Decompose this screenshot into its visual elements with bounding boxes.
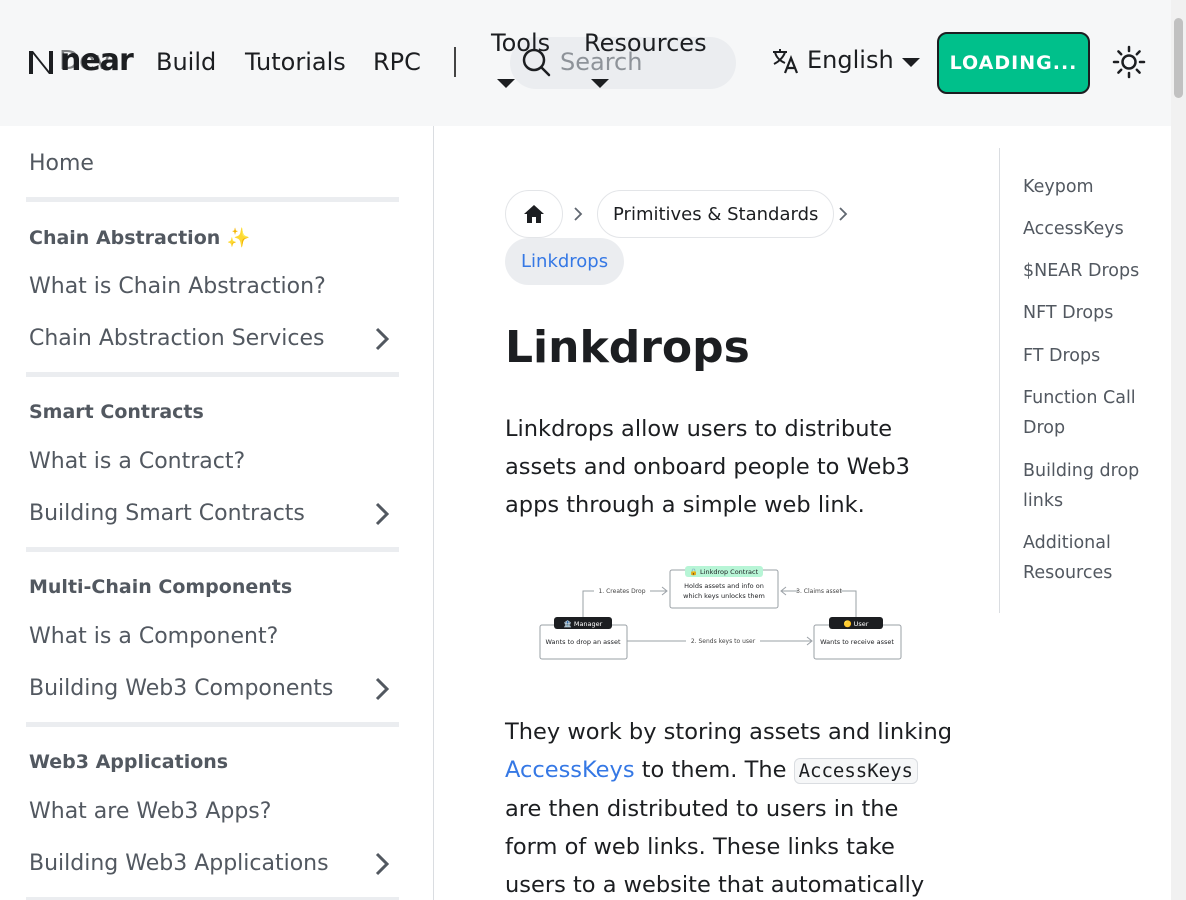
near-logo-icon (29, 51, 53, 74)
accesskeys-code: AccessKeys (793, 758, 918, 784)
sidebar-item-building-smart-contracts[interactable]: Building Smart Contracts (29, 501, 305, 526)
sidebar-item-what-is-contract[interactable]: What is a Contract? (29, 449, 245, 474)
diagram-user-text: Wants to receive asset (820, 638, 894, 646)
body-paragraph: They work by storing assets and linking … (505, 713, 955, 900)
sidebar-item-building-web3-components[interactable]: Building Web3 Components (29, 676, 333, 701)
logo-text: near (60, 42, 134, 78)
diagram-user-badge: 🟡 User (844, 620, 869, 628)
breadcrumb-home[interactable] (505, 190, 563, 238)
sidebar-category-smart-contracts: Smart Contracts (29, 401, 204, 423)
tools-caret-icon (497, 79, 515, 88)
sidebar: Home Chain Abstraction ✨ What is Chain A… (0, 126, 434, 900)
diagram-manager-text: Wants to drop an asset (545, 638, 620, 646)
sidebar-item-what-is-chain-abstraction[interactable]: What is Chain Abstraction? (29, 274, 326, 299)
translate-icon (773, 49, 799, 74)
toc-item-function-call-drop[interactable]: Function Call Drop (1023, 383, 1153, 443)
near-logo[interactable]: Dev near (26, 42, 134, 78)
sidebar-divider (26, 197, 399, 202)
toc-item-ft-drops[interactable]: FT Drops (1023, 341, 1163, 371)
linkdrop-diagram: 🔒 Linkdrop Contract Holds assets and inf… (539, 566, 902, 660)
language-selector[interactable]: English (771, 46, 920, 74)
body-text-2: to them. The (634, 757, 794, 783)
sidebar-divider (26, 722, 399, 727)
toc-item-accesskeys[interactable]: AccessKeys (1023, 214, 1163, 244)
diagram-contract-text-1: Holds assets and info on (684, 582, 764, 590)
nav-dropdown-resources[interactable]: Resources (584, 29, 707, 57)
nav-link-build[interactable]: Build (156, 48, 216, 76)
resources-caret-icon (591, 79, 609, 88)
breadcrumb-primitives[interactable]: Primitives & Standards (597, 190, 835, 238)
diagram-manager-badge: 🏦 Manager (564, 620, 603, 628)
sidebar-divider (26, 372, 399, 377)
nav-dropdown-tools[interactable]: Tools (491, 29, 550, 57)
sidebar-item-building-web3-applications[interactable]: Building Web3 Applications (29, 851, 329, 876)
sidebar-divider (26, 547, 399, 552)
diagram-contract-text-2: which keys unlocks them (683, 592, 765, 600)
breadcrumb-separator-icon (574, 207, 583, 221)
sidebar-item-what-is-component[interactable]: What is a Component? (29, 624, 278, 649)
chevron-right-icon[interactable] (370, 851, 394, 877)
sidebar-category-multichain-components: Multi-Chain Components (29, 576, 293, 598)
sidebar-item-home[interactable]: Home (29, 151, 94, 176)
sidebar-category-chain-abstraction: Chain Abstraction ✨ (29, 227, 251, 249)
home-icon (524, 205, 544, 223)
body-text-3: are then distributed to users in the for… (505, 796, 925, 898)
toc-item-additional-resources[interactable]: Additional Resources (1023, 528, 1153, 588)
scrollbar-thumb[interactable] (1174, 18, 1183, 98)
accesskeys-link[interactable]: AccessKeys (505, 757, 635, 783)
toc-item-nft-drops[interactable]: NFT Drops (1023, 298, 1163, 328)
diagram-contract-badge: 🔒 Linkdrop Contract (690, 568, 759, 576)
language-label: English (807, 46, 894, 74)
diagram-edge-2: 2. Sends keys to user (691, 638, 756, 645)
chevron-right-icon[interactable] (370, 676, 394, 702)
nav-link-tutorials[interactable]: Tutorials (245, 48, 346, 76)
toc-item-building-drop-links[interactable]: Building drop links (1023, 456, 1153, 516)
chevron-right-icon[interactable] (370, 326, 394, 352)
sidebar-category-web3-applications: Web3 Applications (29, 751, 229, 773)
sidebar-item-chain-abstraction-services[interactable]: Chain Abstraction Services (29, 326, 324, 351)
login-button[interactable]: LOADING... (937, 32, 1090, 94)
table-of-contents: Keypom AccessKeys $NEAR Drops NFT Drops … (999, 148, 1171, 613)
chevron-right-icon[interactable] (370, 501, 394, 527)
body-text-1: They work by storing assets and linking (505, 719, 953, 745)
breadcrumb-current: Linkdrops (505, 238, 625, 285)
page-title: Linkdrops (505, 322, 750, 373)
diagram-edge-1: 1. Creates Drop (598, 588, 645, 595)
intro-paragraph: Linkdrops allow users to distribute asse… (505, 416, 910, 518)
navbar: Dev near Build Tutorials RPC Search Tool… (0, 0, 1171, 126)
nav-link-rpc[interactable]: RPC (373, 48, 421, 76)
toc-item-near-drops[interactable]: $NEAR Drops (1023, 256, 1163, 286)
page-scrollbar[interactable] (1171, 0, 1186, 900)
language-caret-icon (901, 57, 920, 67)
sun-icon[interactable] (1111, 44, 1147, 80)
breadcrumb-separator-icon (839, 207, 848, 221)
sidebar-item-what-are-web3-apps[interactable]: What are Web3 Apps? (29, 799, 271, 824)
toc-item-keypom[interactable]: Keypom (1023, 172, 1163, 202)
nav-separator (454, 47, 456, 77)
diagram-edge-3: 3. Claims asset (796, 588, 842, 595)
